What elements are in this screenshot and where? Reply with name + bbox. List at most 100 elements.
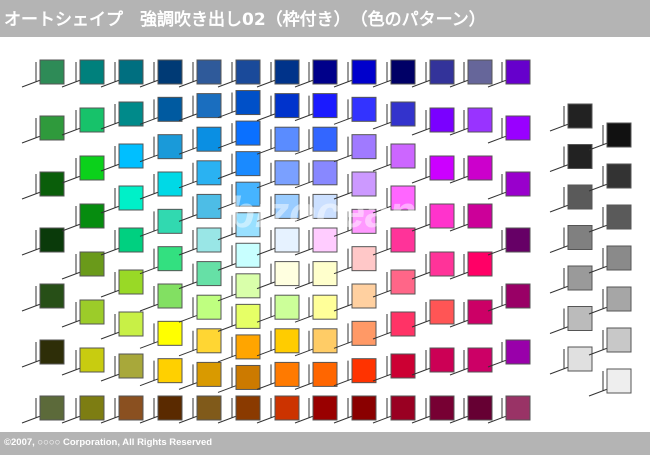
- callout-swatch: [61, 107, 105, 136]
- color-swatch: [606, 163, 632, 189]
- callout-swatch: [549, 346, 593, 375]
- color-swatch: [390, 185, 416, 211]
- color-swatch: [235, 59, 261, 85]
- callout-swatch: [217, 90, 261, 119]
- callout-swatch: [372, 353, 416, 382]
- color-swatch: [312, 395, 338, 421]
- callout-swatch: [178, 59, 222, 88]
- color-swatch: [79, 107, 105, 133]
- callout-swatch: [178, 361, 222, 390]
- color-swatch: [157, 358, 183, 384]
- color-swatch: [274, 395, 300, 421]
- color-swatch: [157, 96, 183, 122]
- color-swatch: [235, 212, 261, 238]
- callout-swatch: [178, 227, 222, 256]
- callout-swatch: [449, 107, 493, 136]
- callout-swatch: [178, 328, 222, 357]
- color-swatch: [274, 59, 300, 85]
- color-swatch: [312, 227, 338, 253]
- color-swatch: [390, 269, 416, 295]
- callout-swatch: [217, 181, 261, 210]
- color-swatch: [196, 160, 222, 186]
- color-swatch: [351, 134, 377, 160]
- color-swatch: [79, 155, 105, 181]
- color-swatch: [118, 311, 144, 337]
- callout-swatch: [100, 185, 144, 214]
- callout-swatch: [61, 155, 105, 184]
- color-swatch: [429, 251, 455, 277]
- color-swatch: [157, 134, 183, 160]
- color-swatch: [157, 246, 183, 272]
- color-swatch: [312, 126, 338, 152]
- callout-swatch: [449, 347, 493, 376]
- callout-swatch: [549, 144, 593, 172]
- color-swatch: [79, 59, 105, 85]
- callout-swatch: [487, 59, 531, 88]
- callout-swatch: [294, 59, 338, 88]
- color-swatch: [351, 208, 377, 234]
- callout-swatch: [549, 184, 593, 213]
- callout-swatch: [139, 134, 183, 163]
- callout-swatch: [487, 395, 531, 424]
- callout-swatch: [449, 299, 493, 328]
- callout-swatch: [411, 347, 455, 376]
- callout-swatch: [294, 261, 338, 290]
- callout-swatch: [449, 155, 493, 184]
- callout-swatch: [21, 339, 65, 368]
- callout-swatch: [411, 59, 455, 88]
- swatch-canvas: [21, 59, 632, 424]
- color-swatch: [39, 283, 65, 309]
- color-swatch: [118, 143, 144, 169]
- color-swatch: [39, 171, 65, 197]
- color-swatch: [467, 203, 493, 229]
- callout-swatch: [588, 245, 632, 274]
- callout-swatch: [61, 203, 105, 232]
- callout-swatch: [411, 299, 455, 328]
- callout-swatch: [333, 358, 377, 387]
- callout-swatch: [256, 160, 300, 189]
- callout-swatch: [256, 361, 300, 390]
- color-swatch: [39, 59, 65, 85]
- color-swatch: [274, 294, 300, 320]
- callout-swatch: [294, 93, 338, 122]
- callout-swatch: [588, 368, 632, 397]
- callout-swatch: [178, 261, 222, 290]
- callout-swatch: [411, 395, 455, 424]
- callout-swatch: [178, 193, 222, 222]
- color-swatch: [312, 294, 338, 320]
- color-swatch: [567, 144, 593, 169]
- color-swatch: [390, 353, 416, 379]
- callout-swatch: [372, 227, 416, 256]
- callout-swatch: [256, 193, 300, 222]
- callout-swatch: [549, 225, 593, 253]
- color-swatch: [196, 328, 222, 354]
- color-swatch: [467, 299, 493, 325]
- callout-swatch: [333, 208, 377, 237]
- callout-swatch: [449, 251, 493, 280]
- callout-swatch: [217, 120, 261, 149]
- callout-swatch: [217, 364, 261, 393]
- callout-swatch: [256, 227, 300, 256]
- color-swatch: [429, 155, 455, 181]
- callout-swatch: [256, 59, 300, 88]
- color-swatch: [567, 184, 593, 210]
- color-swatch: [505, 115, 531, 141]
- callout-swatch: [139, 358, 183, 387]
- callout-swatch: [411, 203, 455, 232]
- callout-swatch: [487, 115, 531, 144]
- color-swatch: [390, 227, 416, 253]
- callout-swatch: [294, 361, 338, 390]
- callout-swatch: [100, 269, 144, 298]
- color-swatch: [274, 160, 300, 186]
- color-swatch: [567, 346, 593, 372]
- color-swatch: [467, 395, 493, 421]
- callout-swatch: [61, 395, 105, 424]
- color-swatch: [505, 171, 531, 197]
- callout-swatch: [100, 395, 144, 424]
- color-swatch: [606, 327, 632, 353]
- color-swatch: [196, 294, 222, 320]
- callout-swatch: [449, 59, 493, 88]
- callout-swatch: [372, 101, 416, 130]
- callout-swatch: [178, 395, 222, 424]
- color-swatch: [79, 203, 105, 229]
